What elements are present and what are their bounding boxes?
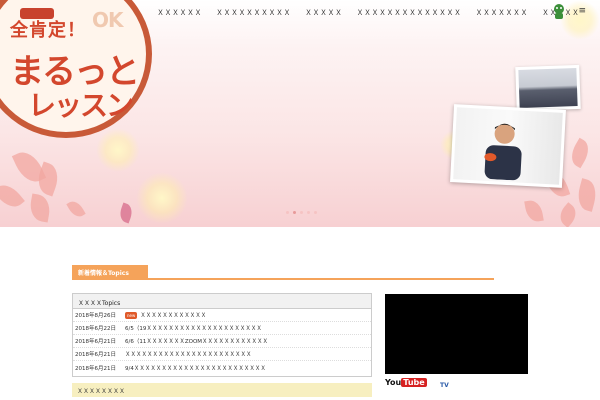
news-date: 2018年6月22日 [75,326,116,332]
news-list-title: ＸＸＸＸTopics [73,294,371,309]
news-title[interactable]: ＸＸＸＸＸＸＸＸＸＸＸＸ [140,311,206,319]
hero-slider[interactable]: 全肯定！ OK まるっと レッスン [0,0,600,227]
news-row[interactable]: 2018年6月21日 9/4ＸＸＸＸＸＸＸＸＸＸＸＸＸＸＸＸＸＸＸＸＸＸＸＸ [73,361,371,374]
teacher-photo [450,104,566,188]
top-navigation: ＸＸＸＸＸＸ ＸＸＸＸＸＸＸＸＸＸ ＸＸＸＸＸ ＸＸＸＸＸＸＸＸＸＸＸＸＸＸ Ｘ… [150,0,600,26]
youtube-you-text: You [385,378,402,387]
slider-dots[interactable] [286,211,317,214]
youtube-tube-text: Tube [401,378,427,387]
slider-dot[interactable] [293,211,296,214]
topics-section-tab: 新着情報＆Topics [72,265,148,279]
hamburger-menu-icon[interactable]: ≡ [578,6,586,16]
news-date: 2018年6月21日 [75,365,116,372]
news-date: 2018年6月21日 [75,352,116,358]
logo-top-text: 全肯定！ [10,20,86,41]
nav-item-3[interactable]: ＸＸＸＸＸ [298,8,350,18]
nav-item-2[interactable]: ＸＸＸＸＸＸＸＸＸＸ [209,8,298,18]
slider-dot[interactable] [286,211,289,214]
sub-section-tab[interactable]: ＸＸＸＸＸＸＸＸ [72,383,372,397]
news-row[interactable]: 2018年8月26日 new ＸＸＸＸＸＸＸＸＸＸＸＸ [73,309,371,322]
logo-sub-text: レッスン [28,89,134,122]
nav-item-5[interactable]: ＸＸＸＸＸＸＸ [469,8,536,18]
teacher-figure [484,123,522,181]
news-title[interactable]: 6/5（19ＸＸＸＸＸＸＸＸＸＸＸＸＸＸＸＸＸＸＸＸＸ [125,324,262,332]
news-date: 2018年6月21日 [75,339,116,345]
logo-ok-text: OK [92,8,123,32]
news-row[interactable]: 2018年6月22日 6/5（19ＸＸＸＸＸＸＸＸＸＸＸＸＸＸＸＸＸＸＸＸＸ [73,322,371,335]
new-badge: new [125,311,138,319]
news-row[interactable]: 2018年6月21日 ＸＸＸＸＸＸＸＸＸＸＸＸＸＸＸＸＸＸＸＸＸＸＸ [73,348,371,361]
nav-item-1[interactable]: ＸＸＸＸＸＸ [150,8,209,18]
news-date: 2018年8月26日 [75,313,116,319]
topics-divider [72,278,494,280]
nav-item-4[interactable]: ＸＸＸＸＸＸＸＸＸＸＸＸＸＸ [350,8,469,18]
slider-dot[interactable] [307,211,310,214]
news-title[interactable]: ＸＸＸＸＸＸＸＸＸＸＸＸＸＸＸＸＸＸＸＸＸＸＸ [125,350,252,358]
character-icon[interactable] [552,3,566,19]
tv-label[interactable]: TV [440,382,449,389]
news-title[interactable]: 9/4ＸＸＸＸＸＸＸＸＸＸＸＸＸＸＸＸＸＸＸＸＸＸＸＸ [125,364,266,372]
youtube-logo[interactable]: You Tube [385,378,427,387]
news-title[interactable]: 6/6（11ＸＸＸＸＸＸＸZOOMＸＸＸＸＸＸＸＸＸＸＸＸ [125,337,268,345]
video-player[interactable] [385,294,528,374]
news-list-box: ＸＸＸＸTopics 2018年8月26日 new ＸＸＸＸＸＸＸＸＸＸＸＸ 2… [72,293,372,377]
slider-dot[interactable] [300,211,303,214]
classroom-photo [515,64,581,112]
news-row[interactable]: 2018年6月21日 6/6（11ＸＸＸＸＸＸＸZOOMＸＸＸＸＸＸＸＸＸＸＸＸ [73,335,371,348]
slider-dot[interactable] [314,211,317,214]
